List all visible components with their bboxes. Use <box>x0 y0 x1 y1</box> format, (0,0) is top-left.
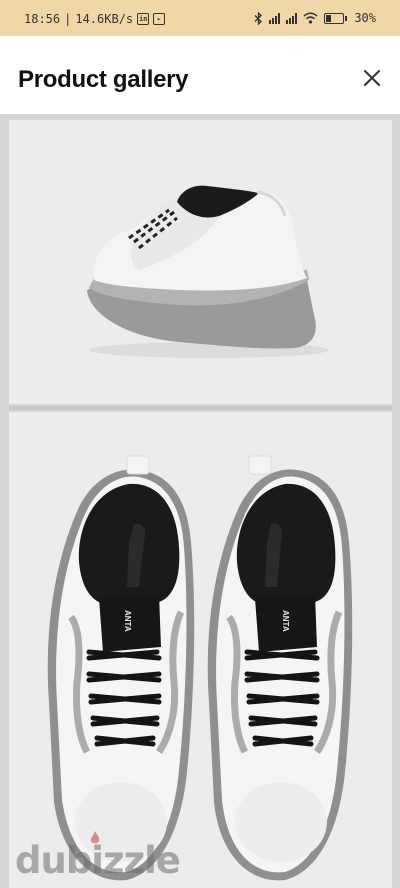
close-icon <box>364 70 380 86</box>
signal-icon <box>286 12 298 24</box>
linkedin-icon: in <box>137 13 150 25</box>
gallery-header: Product gallery <box>0 36 400 114</box>
status-time: 18:56 <box>24 12 61 26</box>
dubizzle-watermark: dubizzle <box>15 831 181 882</box>
gallery-image-2[interactable]: ANTA ANTA dubizzle <box>9 412 392 888</box>
media-icon: ▸ <box>153 13 166 25</box>
left-shoe <box>47 455 195 881</box>
battery-percent: 30% <box>354 11 376 25</box>
close-button[interactable] <box>358 64 386 92</box>
right-shoe <box>207 455 353 881</box>
network-speed: 14.6KB/s <box>75 12 134 26</box>
sneaker-pair-top-image: ANTA ANTA <box>47 455 353 881</box>
status-bar: 18:56 | 14.6KB/s in ▸ 30% <box>0 0 400 36</box>
gallery-image-1[interactable] <box>9 120 392 404</box>
product-gallery[interactable]: ANTA ANTA dubizzle <box>0 114 400 888</box>
signal-icon <box>269 12 281 24</box>
brand-label-left: ANTA <box>123 610 132 632</box>
image-divider <box>9 406 392 410</box>
bluetooth-icon <box>254 11 263 25</box>
wifi-icon <box>303 12 318 24</box>
flame-logo-icon <box>90 831 100 844</box>
sneaker-side-rear-image <box>87 185 329 358</box>
battery-icon <box>324 12 348 24</box>
brand-label-right: ANTA <box>281 610 290 632</box>
page-title: Product gallery <box>18 66 189 93</box>
